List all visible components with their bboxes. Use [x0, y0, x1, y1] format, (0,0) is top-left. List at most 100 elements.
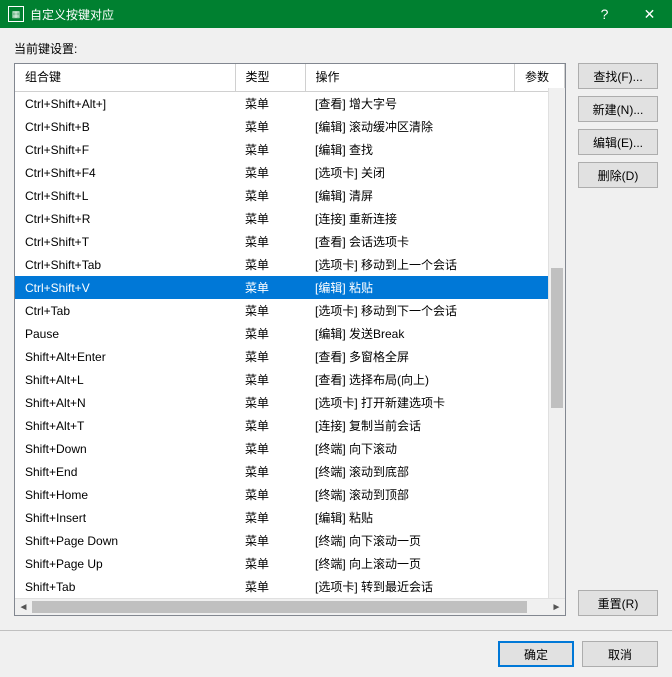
cell-key: Shift+Alt+Enter — [15, 345, 235, 368]
table-row[interactable]: Ctrl+Shift+F菜单[编辑] 查找 — [15, 138, 565, 161]
titlebar: ▦ 自定义按键对应 ? ✕ — [0, 0, 672, 28]
cell-type: 菜单 — [235, 460, 305, 483]
cell-action: [编辑] 清屏 — [305, 184, 515, 207]
find-button[interactable]: 查找(F)... — [578, 63, 658, 89]
help-button[interactable]: ? — [582, 0, 627, 28]
hscrollbar-thumb[interactable] — [32, 601, 527, 613]
cell-type: 菜单 — [235, 506, 305, 529]
table-row[interactable]: Shift+End菜单[终端] 滚动到底部 — [15, 460, 565, 483]
edit-button[interactable]: 编辑(E)... — [578, 129, 658, 155]
table-row[interactable]: Shift+Home菜单[终端] 滚动到顶部 — [15, 483, 565, 506]
table-row[interactable]: Ctrl+Shift+F4菜单[选项卡] 关闭 — [15, 161, 565, 184]
cell-action: [查看] 多窗格全屏 — [305, 345, 515, 368]
cell-key: Shift+Alt+T — [15, 414, 235, 437]
horizontal-scrollbar[interactable]: ◄ ► — [15, 598, 565, 615]
cell-type: 菜单 — [235, 368, 305, 391]
cell-action: [连接] 复制当前会话 — [305, 414, 515, 437]
cell-key: Pause — [15, 322, 235, 345]
table-row[interactable]: Ctrl+Shift+T菜单[查看] 会话选项卡 — [15, 230, 565, 253]
table-row[interactable]: Shift+Down菜单[终端] 向下滚动 — [15, 437, 565, 460]
cell-key: Ctrl+Shift+T — [15, 230, 235, 253]
cell-key: Shift+Down — [15, 437, 235, 460]
cell-key: Ctrl+Tab — [15, 299, 235, 322]
delete-button[interactable]: 删除(D) — [578, 162, 658, 188]
close-button[interactable]: ✕ — [627, 0, 672, 28]
cell-type: 菜单 — [235, 437, 305, 460]
table-row[interactable]: Ctrl+Shift+Alt+]菜单[查看] 增大字号 — [15, 92, 565, 116]
cell-type: 菜单 — [235, 92, 305, 116]
cell-action: [选项卡] 打开新建选项卡 — [305, 391, 515, 414]
cell-action: [终端] 向上滚动一页 — [305, 552, 515, 575]
cell-key: Shift+End — [15, 460, 235, 483]
cell-action: [查看] 会话选项卡 — [305, 230, 515, 253]
table-row[interactable]: Shift+Tab菜单[选项卡] 转到最近会话 — [15, 575, 565, 598]
cell-action: [选项卡] 移动到下一个会话 — [305, 299, 515, 322]
cell-type: 菜单 — [235, 207, 305, 230]
footer-separator — [0, 630, 672, 631]
cell-action: [查看] 选择布局(向上) — [305, 368, 515, 391]
table-row[interactable]: Ctrl+Tab菜单[选项卡] 移动到下一个会话 — [15, 299, 565, 322]
cancel-button[interactable]: 取消 — [582, 641, 658, 667]
table-row[interactable]: Ctrl+Shift+Tab菜单[选项卡] 移动到上一个会话 — [15, 253, 565, 276]
table-row[interactable]: Shift+Alt+Enter菜单[查看] 多窗格全屏 — [15, 345, 565, 368]
cell-action: [编辑] 查找 — [305, 138, 515, 161]
cell-key: Shift+Home — [15, 483, 235, 506]
cell-key: Shift+Alt+L — [15, 368, 235, 391]
table-row[interactable]: Shift+Alt+T菜单[连接] 复制当前会话 — [15, 414, 565, 437]
cell-key: Shift+Tab — [15, 575, 235, 598]
cell-type: 菜单 — [235, 322, 305, 345]
cell-key: Shift+Page Up — [15, 552, 235, 575]
cell-type: 菜单 — [235, 529, 305, 552]
cell-type: 菜单 — [235, 276, 305, 299]
table-row[interactable]: Ctrl+Shift+V菜单[编辑] 粘贴 — [15, 276, 565, 299]
window-title: 自定义按键对应 — [30, 6, 582, 23]
cell-type: 菜单 — [235, 299, 305, 322]
cell-key: Shift+Alt+N — [15, 391, 235, 414]
cell-key: Shift+Page Down — [15, 529, 235, 552]
cell-type: 菜单 — [235, 115, 305, 138]
cell-type: 菜单 — [235, 345, 305, 368]
key-bindings-list[interactable]: 组合键 类型 操作 参数 Ctrl+Shift+Alt+]菜单[查看] 增大字号… — [14, 63, 566, 616]
new-button[interactable]: 新建(N)... — [578, 96, 658, 122]
table-row[interactable]: Shift+Alt+L菜单[查看] 选择布局(向上) — [15, 368, 565, 391]
reset-button[interactable]: 重置(R) — [578, 590, 658, 616]
cell-action: [选项卡] 转到最近会话 — [305, 575, 515, 598]
cell-key: Ctrl+Shift+R — [15, 207, 235, 230]
app-icon: ▦ — [8, 6, 24, 22]
table-row[interactable]: Ctrl+Shift+B菜单[编辑] 滚动缓冲区清除 — [15, 115, 565, 138]
table-header-row: 组合键 类型 操作 参数 — [15, 64, 565, 92]
table-row[interactable]: Ctrl+Shift+L菜单[编辑] 清屏 — [15, 184, 565, 207]
cell-key: Ctrl+Shift+Tab — [15, 253, 235, 276]
table-row[interactable]: Shift+Page Down菜单[终端] 向下滚动一页 — [15, 529, 565, 552]
cell-key: Ctrl+Shift+F4 — [15, 161, 235, 184]
cell-action: [连接] 重新连接 — [305, 207, 515, 230]
table-row[interactable]: Shift+Insert菜单[编辑] 粘贴 — [15, 506, 565, 529]
cell-key: Shift+Insert — [15, 506, 235, 529]
dialog-body: 当前键设置: 组合键 类型 操作 参数 Ctrl+Shift+Alt+]菜单[查… — [0, 28, 672, 677]
cell-type: 菜单 — [235, 161, 305, 184]
cell-type: 菜单 — [235, 230, 305, 253]
cell-action: [终端] 向下滚动 — [305, 437, 515, 460]
scroll-left-icon[interactable]: ◄ — [15, 602, 32, 613]
table-row[interactable]: Pause菜单[编辑] 发送Break — [15, 322, 565, 345]
column-type[interactable]: 类型 — [235, 64, 305, 92]
cell-key: Ctrl+Shift+B — [15, 115, 235, 138]
cell-key: Ctrl+Shift+L — [15, 184, 235, 207]
column-key[interactable]: 组合键 — [15, 64, 235, 92]
table-row[interactable]: Shift+Page Up菜单[终端] 向上滚动一页 — [15, 552, 565, 575]
scroll-right-icon[interactable]: ► — [548, 602, 565, 613]
table-row[interactable]: Shift+Alt+N菜单[选项卡] 打开新建选项卡 — [15, 391, 565, 414]
cell-action: [终端] 滚动到顶部 — [305, 483, 515, 506]
table-row[interactable]: Ctrl+Shift+R菜单[连接] 重新连接 — [15, 207, 565, 230]
ok-button[interactable]: 确定 — [498, 641, 574, 667]
cell-action: [查看] 增大字号 — [305, 92, 515, 116]
cell-action: [编辑] 粘贴 — [305, 506, 515, 529]
cell-type: 菜单 — [235, 575, 305, 598]
column-action[interactable]: 操作 — [305, 64, 515, 92]
cell-action: [终端] 向下滚动一页 — [305, 529, 515, 552]
cell-key: Ctrl+Shift+V — [15, 276, 235, 299]
vertical-scrollbar[interactable] — [548, 88, 565, 598]
cell-action: [编辑] 粘贴 — [305, 276, 515, 299]
scrollbar-thumb[interactable] — [551, 268, 563, 408]
cell-type: 菜单 — [235, 414, 305, 437]
